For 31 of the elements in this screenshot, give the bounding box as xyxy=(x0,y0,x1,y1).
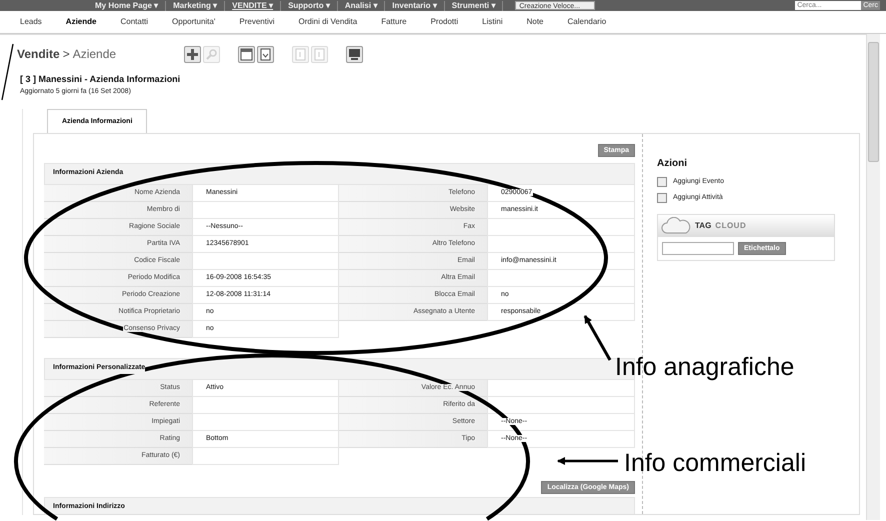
tag-cloud-title: TAG xyxy=(695,220,712,232)
toolbar-button[interactable] xyxy=(184,46,202,62)
annotation-text: Info anagrafiche xyxy=(615,353,794,381)
module-tab[interactable]: Listini xyxy=(470,16,515,28)
annotation-arrow xyxy=(584,315,612,361)
module-tab[interactable]: Fatture xyxy=(369,16,419,28)
pen-stroke xyxy=(1,44,14,100)
breadcrumb-page: Aziende xyxy=(72,46,116,63)
scrollbar-thumb[interactable] xyxy=(868,42,879,162)
module-tab[interactable]: Aziende xyxy=(54,16,108,28)
breadcrumb-module[interactable]: Vendite xyxy=(17,45,60,63)
module-tab[interactable]: Calendario xyxy=(556,16,618,28)
actions-title: Azioni xyxy=(657,156,688,170)
module-tab[interactable]: Preventivi xyxy=(227,16,287,28)
module-tab[interactable]: Prodotti xyxy=(418,16,470,28)
toolbar-button[interactable] xyxy=(346,46,364,62)
toolbar-button[interactable] xyxy=(238,46,256,62)
module-tab[interactable]: Contatti xyxy=(108,16,160,28)
annotation-text: Info commerciali xyxy=(624,449,806,477)
tag-input[interactable] xyxy=(662,242,734,254)
cloud-icon xyxy=(661,216,691,234)
module-tab[interactable]: Leads xyxy=(8,16,54,28)
breadcrumb-separator: > xyxy=(62,46,70,63)
module-tab[interactable]: Note xyxy=(514,16,556,28)
module-tab[interactable]: Opportunita' xyxy=(160,16,228,28)
record-title: [ 3 ] Manessini - Azienda Informazioni xyxy=(19,73,182,86)
annotation-arrow xyxy=(557,457,618,465)
toolbar-button[interactable] xyxy=(257,46,274,62)
module-tab[interactable]: Ordini di Vendita xyxy=(286,16,370,28)
tag-cloud-title: CLOUD xyxy=(715,220,746,232)
scrollbar[interactable] xyxy=(866,34,880,520)
